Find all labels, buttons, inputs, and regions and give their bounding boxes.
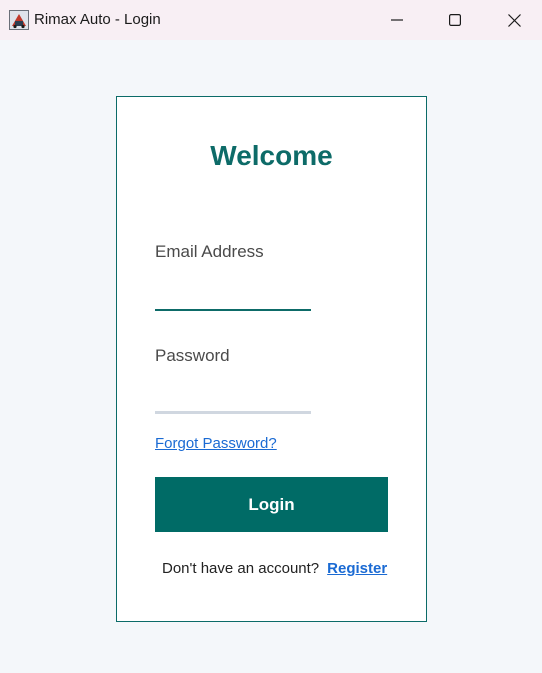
- email-label: Email Address: [155, 242, 264, 261]
- close-icon: [507, 13, 521, 27]
- close-button[interactable]: [491, 0, 537, 40]
- minimize-button[interactable]: [374, 0, 420, 40]
- email-field[interactable]: [155, 281, 311, 311]
- window-title: Rimax Auto - Login: [34, 11, 161, 28]
- login-card: Welcome Email Address Password Forgot Pa…: [116, 96, 427, 622]
- welcome-heading: Welcome: [210, 140, 333, 171]
- minimize-icon: [391, 14, 403, 26]
- login-button[interactable]: Login: [155, 477, 388, 532]
- maximize-icon: [449, 14, 461, 26]
- register-link[interactable]: Register: [327, 560, 387, 577]
- forgot-password-link[interactable]: Forgot Password?: [155, 435, 277, 452]
- login-window: Rimax Auto - Login Welcome Email Address…: [0, 0, 542, 673]
- app-logo-icon: [9, 10, 29, 30]
- password-label: Password: [155, 346, 230, 365]
- register-row: Don't have an account? Register: [162, 560, 387, 577]
- maximize-button[interactable]: [432, 0, 478, 40]
- register-prompt: Don't have an account?: [162, 560, 320, 577]
- title-bar[interactable]: Rimax Auto - Login: [0, 0, 542, 40]
- password-field[interactable]: [155, 384, 311, 414]
